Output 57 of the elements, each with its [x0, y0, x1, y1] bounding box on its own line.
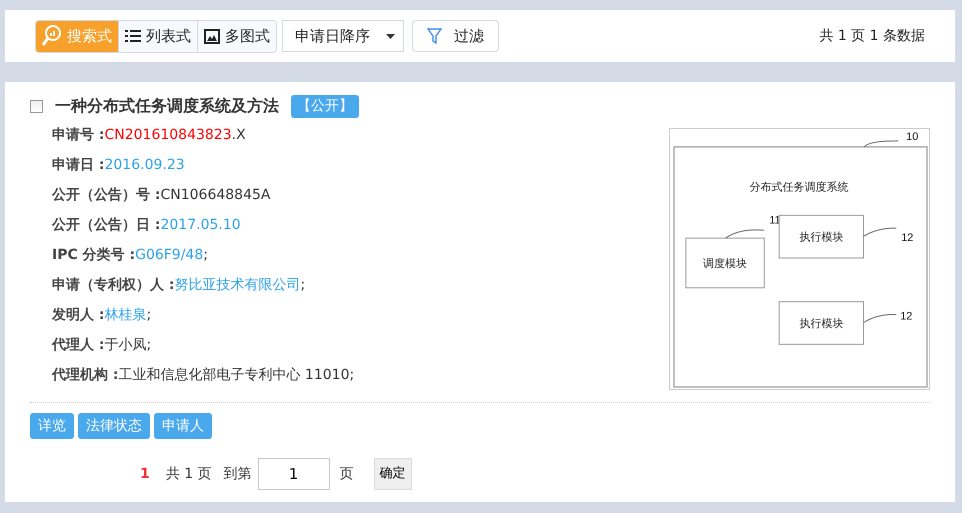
- field-link[interactable]: G06F9/48: [135, 244, 204, 266]
- field-label: 申请（专利权）人 :: [52, 276, 174, 294]
- module-box: 调度模块: [685, 238, 765, 288]
- sort-dropdown[interactable]: 申请日降序: [282, 20, 404, 52]
- field-label: 申请号 :: [52, 126, 104, 144]
- confirm-button[interactable]: 确定: [374, 458, 412, 490]
- field-link[interactable]: 努比亚技术有限公司: [174, 274, 300, 296]
- reference-number: 10: [906, 130, 918, 143]
- view-tab[interactable]: 列表式: [118, 20, 197, 52]
- field-link[interactable]: 2016.09.23: [104, 154, 185, 176]
- field-label: 发明人 :: [52, 306, 104, 324]
- list-icon: [125, 29, 141, 43]
- caret-icon: [386, 34, 395, 38]
- filter-icon: [427, 28, 442, 44]
- filter-button[interactable]: 过滤: [412, 20, 499, 52]
- page-unit: 页: [340, 464, 354, 484]
- field-label: 代理机构 :: [52, 366, 118, 384]
- result-title[interactable]: 一种分布式任务调度系统及方法: [55, 94, 279, 118]
- reference-number: 11: [769, 214, 781, 226]
- module-box: 执行模块: [778, 301, 864, 345]
- field-suffix: ;: [300, 276, 306, 294]
- field-link[interactable]: 2017.05.10: [160, 214, 241, 236]
- search-icon: [42, 25, 62, 47]
- status-badge: 【公开】: [291, 94, 359, 118]
- field-value: 工业和信息化部电子专利中心 11010;: [118, 366, 354, 384]
- page-input[interactable]: 1: [258, 458, 330, 490]
- result-summary: 共 1 页 1 条数据: [819, 26, 925, 46]
- field-label: 公开（公告）日 :: [52, 216, 160, 234]
- field-value: CN106648845A: [160, 186, 270, 204]
- reference-number: 12: [901, 232, 914, 244]
- field-suffix: ;: [146, 306, 152, 324]
- field-label: 申请日 :: [52, 156, 104, 174]
- view-tab[interactable]: 多图式: [197, 20, 276, 52]
- image-icon: [204, 28, 220, 44]
- current-page[interactable]: 1: [140, 464, 150, 484]
- checkbox[interactable]: [30, 100, 43, 112]
- field-link[interactable]: 林桂泉: [104, 304, 146, 326]
- leader-line: [863, 228, 897, 237]
- field-label: 公开（公告）号 :: [52, 186, 160, 204]
- reference-number: 12: [900, 310, 912, 323]
- action-button[interactable]: 法律状态: [78, 413, 150, 439]
- field-suffix: ;: [203, 246, 208, 264]
- module-box: 执行模块: [778, 214, 864, 258]
- goto-label: 到第: [224, 464, 252, 484]
- action-button[interactable]: 申请人: [154, 413, 212, 439]
- leader-line: [864, 140, 899, 148]
- field-suffix: .X: [232, 126, 246, 144]
- field-label: IPC 分类号 :: [52, 246, 136, 264]
- leader-line: [863, 314, 897, 323]
- view-tab[interactable]: 搜索式: [36, 20, 118, 52]
- figure-title: 分布式任务调度系统: [750, 180, 848, 194]
- page-total: 共 1 页: [166, 464, 212, 484]
- leader-line: [725, 229, 765, 239]
- action-button[interactable]: 详览: [30, 413, 74, 439]
- field-value: 于小凤;: [104, 336, 152, 354]
- field-label: 代理人 :: [52, 336, 104, 354]
- field-value: CN201610843823: [104, 126, 232, 144]
